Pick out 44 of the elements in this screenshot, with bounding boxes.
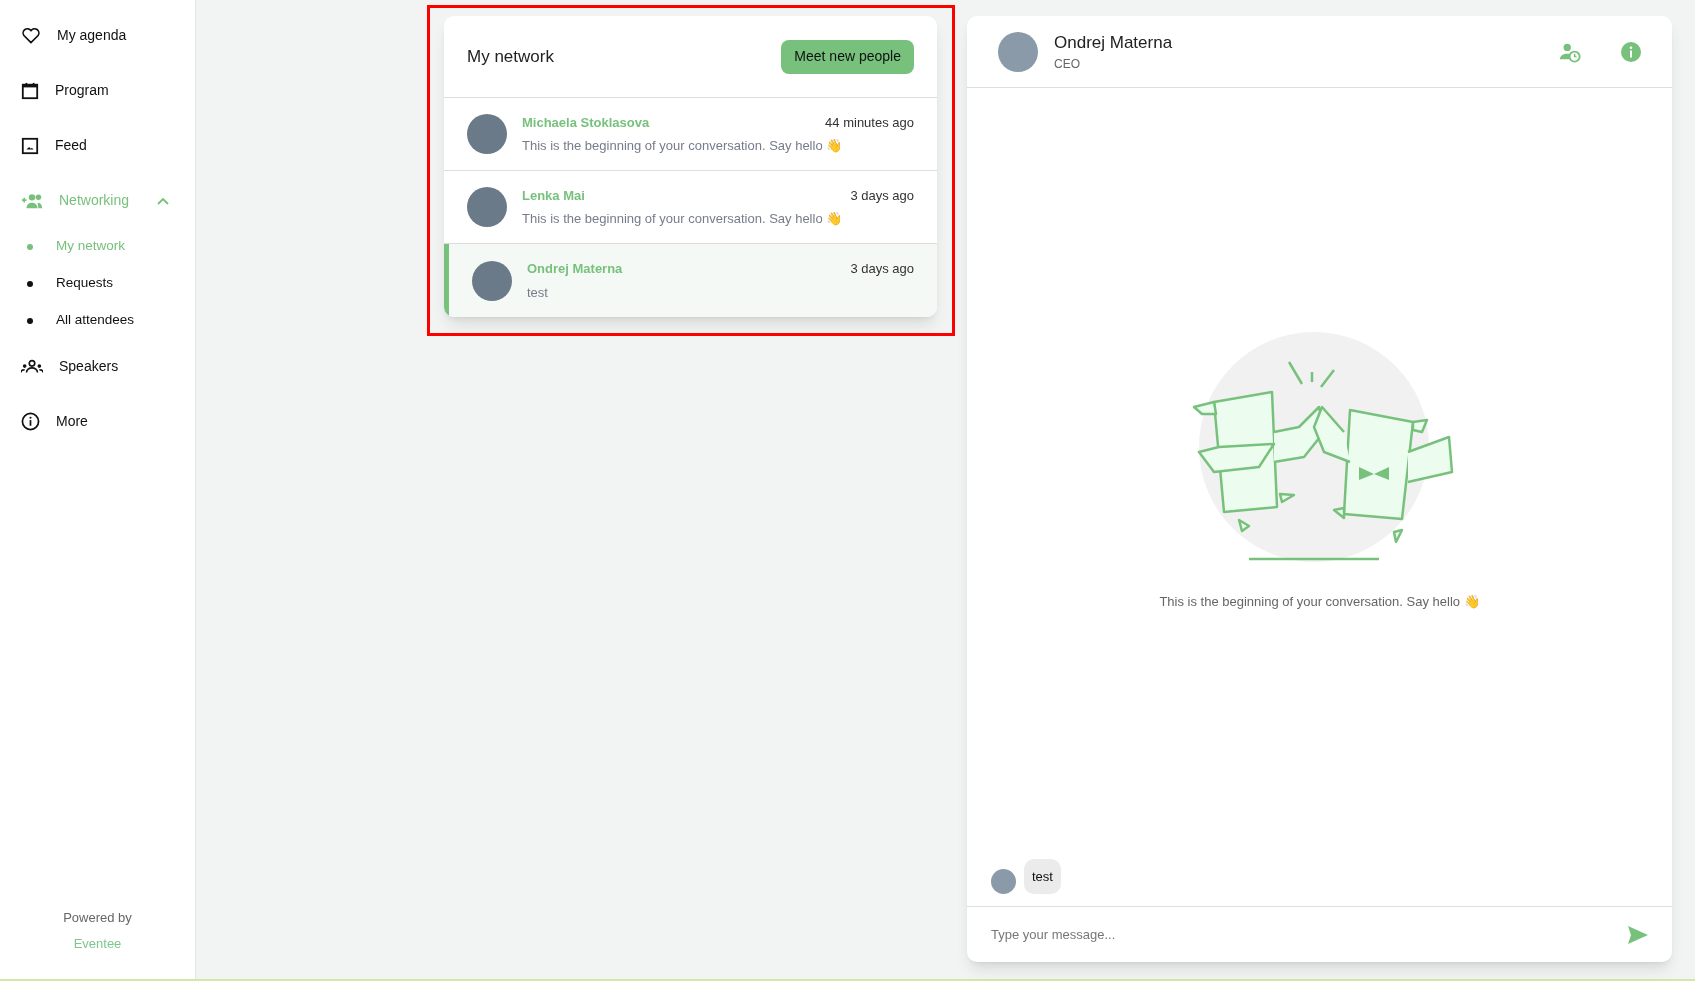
conversation-item[interactable]: Michaela Stoklasova 44 minutes ago This is the beginning of your conversation. Say hello 👋 [444, 98, 937, 171]
bullet-icon [27, 280, 33, 287]
bullet-icon [27, 243, 33, 250]
info-icon[interactable] [1621, 41, 1641, 62]
heart-icon [21, 25, 41, 46]
message-bubble: test [1024, 858, 1061, 894]
powered-by-text: Powered by [63, 909, 132, 927]
nav-item[interactable]: Program [0, 63, 195, 118]
timestamp: 3 days ago [850, 260, 914, 278]
info-icon [21, 412, 40, 431]
nav-item[interactable]: Feed [0, 118, 195, 173]
nav-item[interactable]: Speakers [0, 339, 195, 394]
message-preview: test [527, 283, 549, 302]
conversation-item[interactable]: Ondrej Materna 3 days ago test [444, 244, 937, 317]
avatar [467, 187, 507, 227]
message-preview: This is the beginning of your conversation. Say hello 👋 [522, 210, 844, 228]
calendar-icon [21, 81, 39, 100]
card-title: My network [467, 45, 554, 68]
contact-name: Ondrej Materna [527, 260, 623, 278]
nav-subitem[interactable]: Requests [0, 265, 195, 302]
timestamp: 3 days ago [850, 186, 914, 205]
conversation-item[interactable]: Lenka Mai 3 days ago This is the beginning of your conversation. Say hello 👋 [444, 171, 937, 244]
group-icon [21, 358, 43, 375]
chevron-icon [157, 196, 169, 205]
nav-item[interactable]: More [0, 394, 195, 449]
contact-name: Lenka Mai [522, 186, 585, 205]
contact-name: Michaela Stoklasova [522, 113, 650, 132]
people-add-icon [21, 191, 43, 210]
avatar [998, 31, 1038, 72]
nav-item[interactable]: My agenda [0, 8, 195, 63]
contact-name: Ondrej Materna [1054, 31, 1174, 54]
contact-role: CEO [1054, 56, 1081, 74]
timestamp: 44 minutes ago [825, 113, 914, 132]
nav-subitem[interactable]: All attendees [0, 302, 195, 339]
message-input[interactable]: Type your message... [991, 924, 1628, 945]
message-preview: This is the beginning of your conversation. Say hello 👋 [522, 137, 844, 155]
empty-conversation-text: This is the beginning of your conversation. Say hello 👋 [1159, 593, 1480, 611]
meet-new-people-button[interactable]: Meet new people [781, 39, 914, 74]
avatar [472, 260, 512, 301]
avatar [991, 869, 1016, 894]
avatar [467, 114, 507, 154]
bullet-icon [27, 317, 33, 324]
image-icon [21, 136, 39, 155]
send-icon[interactable] [1628, 925, 1648, 944]
